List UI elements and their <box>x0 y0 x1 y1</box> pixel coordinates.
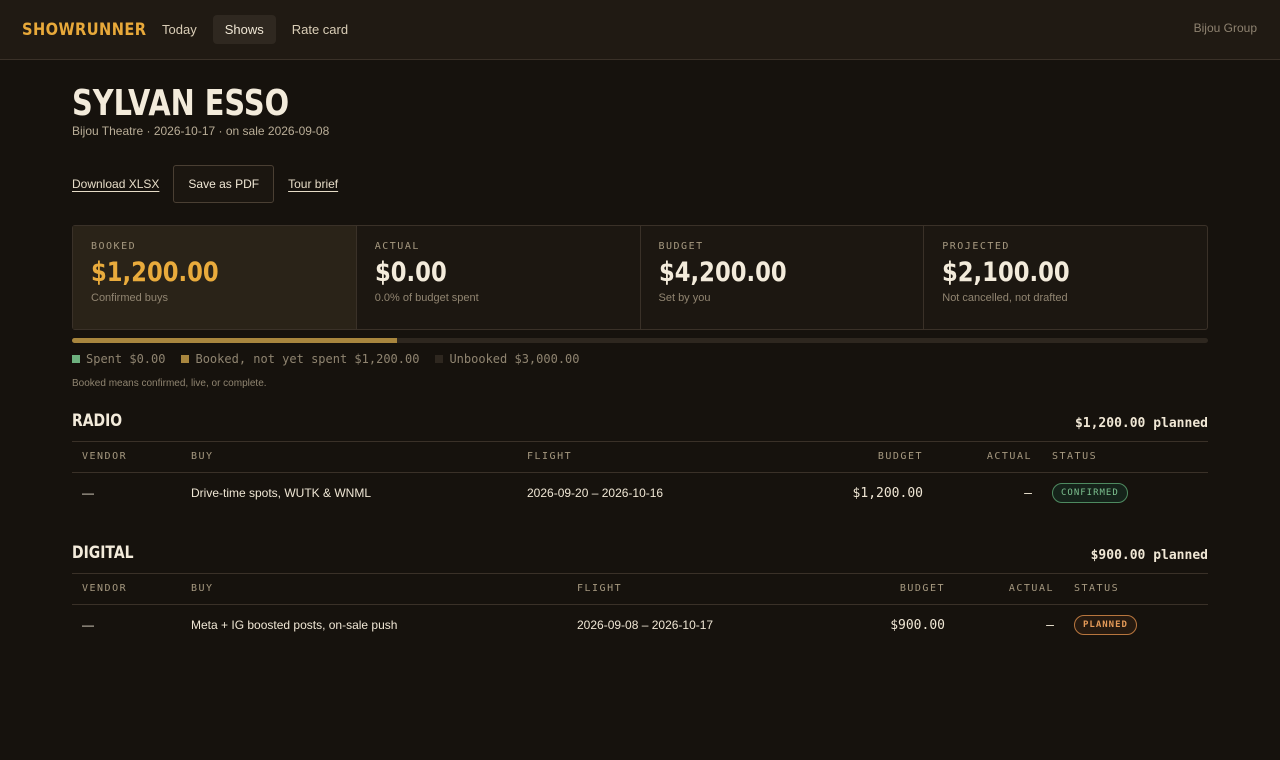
stat-value: $0.00 <box>374 257 447 288</box>
status-badge[interactable]: CONFIRMED <box>1052 483 1128 504</box>
col-buy[interactable]: BUY <box>181 442 517 473</box>
cell-flight: 2026-09-08 – 2026-10-17 <box>577 618 714 633</box>
col-actual[interactable]: ACTUAL <box>955 574 1064 605</box>
legend-booked: Booked, not yet spent $1,200.00 <box>181 352 419 366</box>
stat-value: $1,200.00 <box>91 257 219 288</box>
stat-budget: BUDGET $4,200.00 Set by you <box>641 226 925 329</box>
legend-label: Booked, not yet spent $1,200.00 <box>195 352 420 366</box>
nav-rate-card[interactable]: Rate card <box>280 15 360 44</box>
stat-sub: Set by you <box>658 292 711 304</box>
org-name[interactable]: Bijou Group <box>1194 21 1257 35</box>
status-badge[interactable]: PLANNED <box>1074 615 1137 636</box>
legend-swatch-spent <box>72 355 80 363</box>
legend-swatch-booked <box>181 355 190 363</box>
section-title: RADIO <box>72 411 123 431</box>
col-flight[interactable]: FLIGHT <box>517 442 763 473</box>
cell-status: PLANNED <box>1064 604 1208 646</box>
section-title: DIGITAL <box>72 543 134 563</box>
app-logo[interactable]: SHOWRUNNER <box>22 20 146 40</box>
stat-label: BUDGET <box>658 241 704 252</box>
col-flight[interactable]: FLIGHT <box>567 574 786 605</box>
stat-label: BOOKED <box>91 241 137 252</box>
cell-actual: — <box>1024 485 1032 501</box>
cell-buy[interactable]: Meta + IG boosted posts, on-sale push <box>181 604 567 646</box>
cell-budget: $1,200.00 <box>852 485 923 501</box>
nav-today[interactable]: Today <box>150 15 209 44</box>
cell-flight: 2026-09-20 – 2026-10-16 <box>527 486 664 501</box>
booked-progress-fill <box>72 338 397 343</box>
top-bar: SHOWRUNNER Today Shows Rate card Bijou G… <box>0 0 1280 60</box>
save-pdf-button[interactable]: Save as PDF <box>173 165 275 203</box>
cell-buy[interactable]: Drive-time spots, WUTK & WNML <box>181 472 517 514</box>
col-actual[interactable]: ACTUAL <box>933 442 1042 473</box>
stat-actual: ACTUAL $0.00 0.0% of budget spent <box>357 226 641 329</box>
section-header: DIGITAL $900.00 planned <box>72 542 1208 574</box>
stat-sub: 0.0% of budget spent <box>374 292 479 304</box>
col-status[interactable]: STATUS <box>1042 442 1208 473</box>
stat-sub: Confirmed buys <box>91 292 169 304</box>
cell-vendor: — <box>82 486 94 501</box>
table-header-row: VENDOR BUY FLIGHT BUDGET ACTUAL STATUS <box>72 574 1208 605</box>
buys-table: VENDOR BUY FLIGHT BUDGET ACTUAL STATUS —… <box>72 442 1208 514</box>
legend-label: Unbooked $3,000.00 <box>449 352 580 366</box>
legend-label: Spent $0.00 <box>86 352 166 366</box>
stat-booked: BOOKED $1,200.00 Confirmed buys <box>73 226 357 329</box>
col-status[interactable]: STATUS <box>1064 574 1208 605</box>
page-title: SYLVAN ESSO <box>72 83 290 124</box>
cell-budget: $900.00 <box>890 617 945 633</box>
budget-progress-bar <box>72 338 1208 343</box>
stat-label: ACTUAL <box>374 241 420 252</box>
budget-summary: BOOKED $1,200.00 Confirmed buys ACTUAL $… <box>72 225 1208 330</box>
stat-sub: Not cancelled, not drafted <box>942 292 1068 304</box>
nav-shows[interactable]: Shows <box>212 15 276 44</box>
buys-table: VENDOR BUY FLIGHT BUDGET ACTUAL STATUS —… <box>72 574 1208 646</box>
stat-value: $2,100.00 <box>942 257 1070 288</box>
section-planned-total: $1,200.00 planned <box>1074 416 1208 431</box>
progress-legend: Spent $0.00 Booked, not yet spent $1,200… <box>72 352 596 366</box>
download-xlsx-link[interactable]: Download XLSX <box>72 177 159 191</box>
col-vendor[interactable]: VENDOR <box>72 574 181 605</box>
table-row[interactable]: — Drive-time spots, WUTK & WNML 2026-09-… <box>72 472 1208 514</box>
col-budget[interactable]: BUDGET <box>786 574 955 605</box>
col-buy[interactable]: BUY <box>181 574 567 605</box>
action-bar: Download XLSX Save as PDF Tour brief <box>72 165 338 203</box>
cell-actual: — <box>1046 617 1054 633</box>
booked-note: Booked means confirmed, live, or complet… <box>72 378 267 389</box>
table-row[interactable]: — Meta + IG boosted posts, on-sale push … <box>72 604 1208 646</box>
cell-vendor: — <box>82 618 94 633</box>
section-radio: RADIO $1,200.00 planned VENDOR BUY FLIGH… <box>72 410 1208 514</box>
stat-value: $4,200.00 <box>658 257 787 288</box>
show-subtitle: Bijou Theatre · 2026-10-17 · on sale 202… <box>72 124 330 138</box>
table-header-row: VENDOR BUY FLIGHT BUDGET ACTUAL STATUS <box>72 442 1208 473</box>
section-header: RADIO $1,200.00 planned <box>72 410 1208 442</box>
legend-spent: Spent $0.00 <box>72 352 165 366</box>
cell-status: CONFIRMED <box>1042 472 1208 514</box>
legend-swatch-unbooked <box>435 355 444 363</box>
main-nav: Today Shows Rate card <box>150 15 364 44</box>
section-digital: DIGITAL $900.00 planned VENDOR BUY FLIGH… <box>72 542 1208 646</box>
section-planned-total: $900.00 planned <box>1090 548 1208 563</box>
tour-brief-link[interactable]: Tour brief <box>288 177 338 191</box>
legend-unbooked: Unbooked $3,000.00 <box>435 352 580 366</box>
stat-projected: PROJECTED $2,100.00 Not cancelled, not d… <box>924 226 1207 329</box>
col-vendor[interactable]: VENDOR <box>72 442 181 473</box>
stat-label: PROJECTED <box>942 241 1010 252</box>
col-budget[interactable]: BUDGET <box>763 442 933 473</box>
